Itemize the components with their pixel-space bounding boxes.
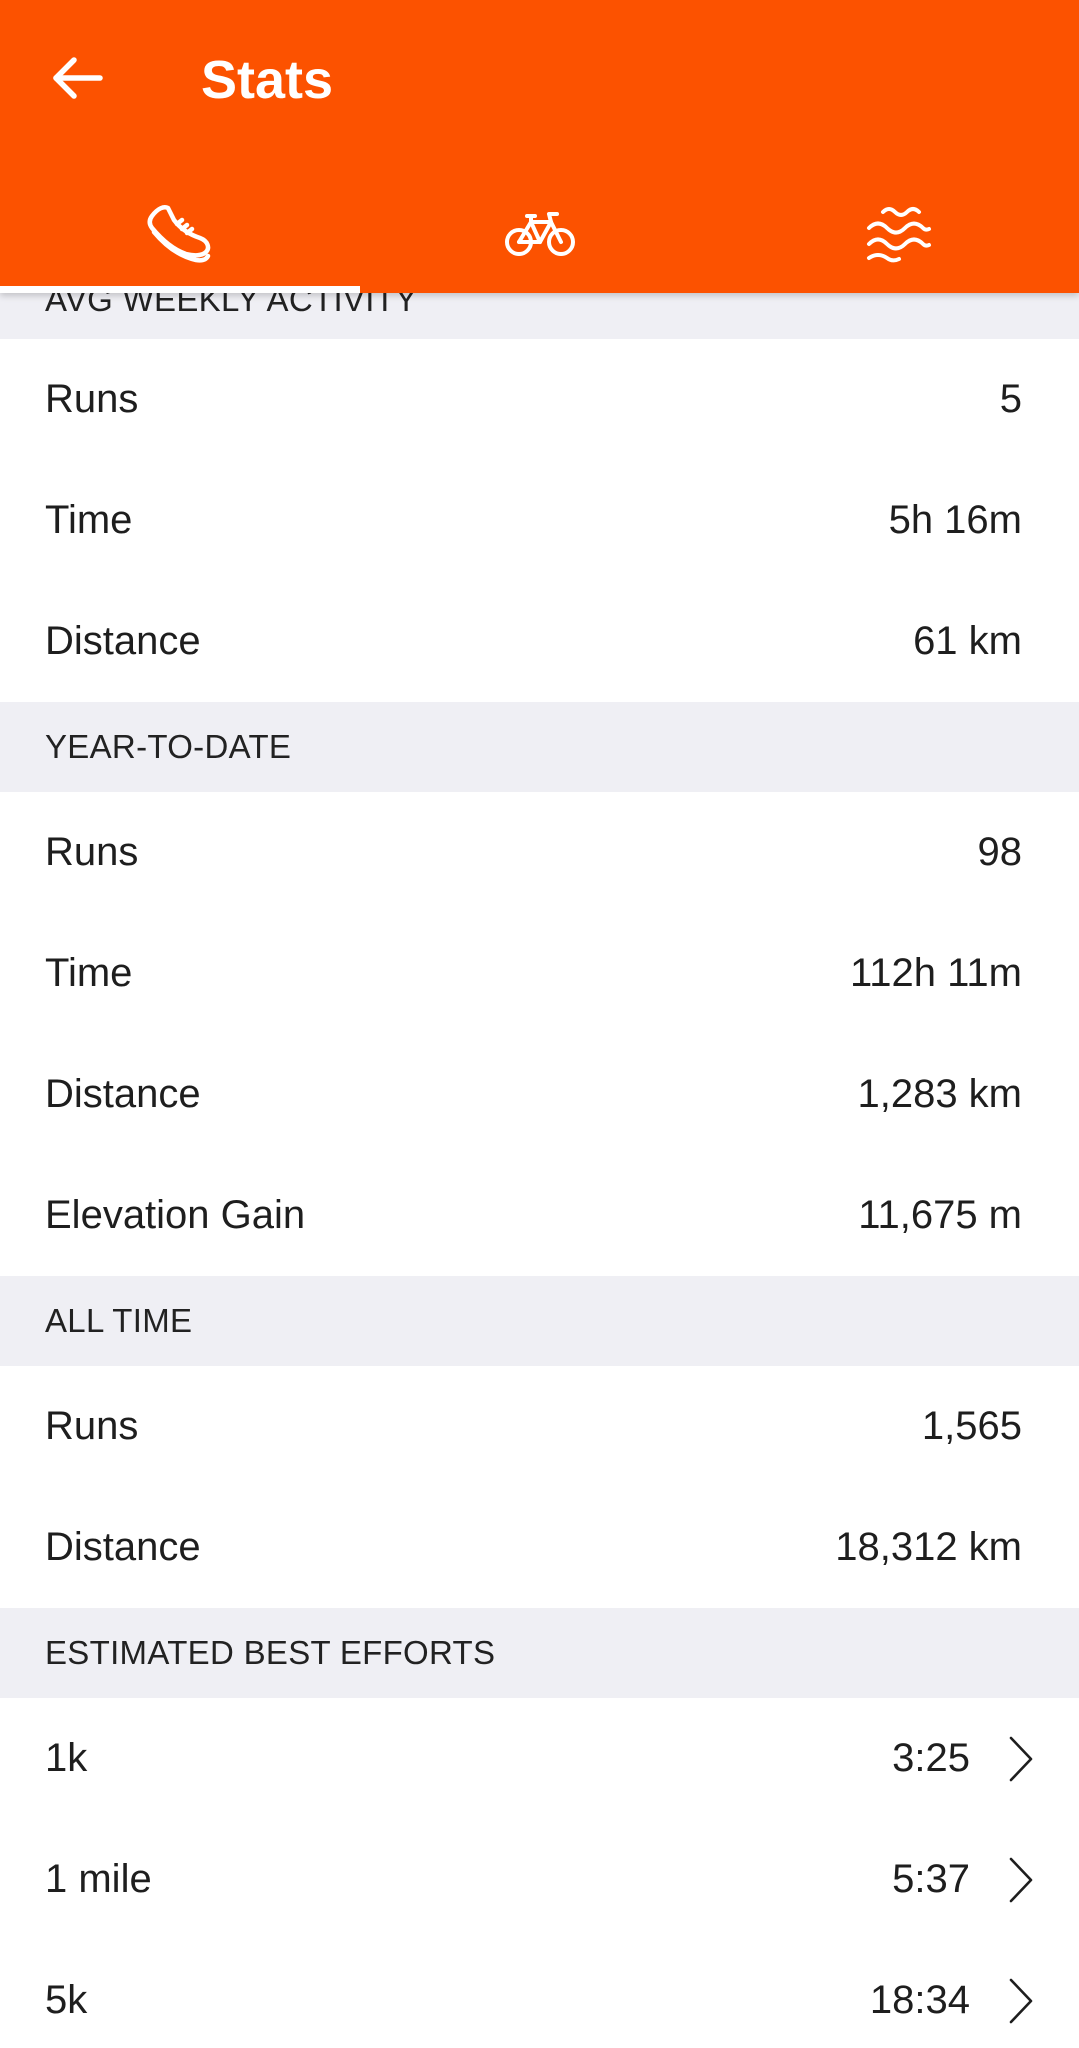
sport-tabs bbox=[0, 175, 1079, 293]
effort-value: 18:34 bbox=[869, 1978, 970, 2022]
stat-label: Time bbox=[45, 951, 133, 995]
best-effort-row-5k[interactable]: 5k 18:34 bbox=[0, 1940, 1079, 2048]
chevron-right-icon bbox=[1009, 1978, 1033, 2023]
tab-run[interactable] bbox=[0, 175, 360, 293]
stat-value: 98 bbox=[977, 830, 1023, 874]
stat-label: Elevation Gain bbox=[45, 1193, 306, 1237]
effort-label: 5k bbox=[45, 1978, 88, 2022]
stat-label: Distance bbox=[45, 1072, 201, 1116]
stat-label: Time bbox=[45, 498, 133, 542]
arrow-left-icon bbox=[53, 57, 103, 99]
stat-label: Distance bbox=[45, 1525, 201, 1569]
chevron-right-icon bbox=[1009, 1736, 1033, 1781]
section-header-ytd: YEAR-TO-DATE bbox=[0, 702, 1079, 792]
stat-value: 112h 11m bbox=[850, 951, 1022, 995]
effort-label: 1 mile bbox=[45, 1857, 152, 1901]
app-bar: Stats bbox=[0, 0, 1079, 293]
selected-tab-indicator bbox=[0, 286, 360, 293]
best-effort-row-1k[interactable]: 1k 3:25 bbox=[0, 1698, 1079, 1819]
stat-row-avg-distance: Distance 61 km bbox=[0, 581, 1079, 702]
section-header-best-efforts: ESTIMATED BEST EFFORTS bbox=[0, 1608, 1079, 1698]
bicycle-icon bbox=[504, 212, 575, 256]
stat-row-ytd-elevation: Elevation Gain 11,675 m bbox=[0, 1155, 1079, 1276]
section-header-all-time: ALL TIME bbox=[0, 1276, 1079, 1366]
page-title: Stats bbox=[201, 50, 334, 110]
stat-value: 1,565 bbox=[921, 1404, 1022, 1448]
section-title: ESTIMATED BEST EFFORTS bbox=[45, 1634, 496, 1671]
section-title: ALL TIME bbox=[45, 1302, 193, 1339]
stat-value: 11,675 m bbox=[858, 1193, 1022, 1237]
stat-row-ytd-time: Time 112h 11m bbox=[0, 913, 1079, 1034]
stat-row-ytd-distance: Distance 1,283 km bbox=[0, 1034, 1079, 1155]
stat-value: 5h 16m bbox=[888, 498, 1022, 542]
stat-row-all-runs: Runs 1,565 bbox=[0, 1366, 1079, 1487]
stat-value: 1,283 km bbox=[857, 1072, 1022, 1116]
effort-label: 1k bbox=[45, 1736, 88, 1780]
stat-value: 18,312 km bbox=[835, 1525, 1022, 1569]
stat-value: 5 bbox=[999, 377, 1022, 421]
chevron-right-icon bbox=[1009, 1857, 1033, 1902]
effort-value: 3:25 bbox=[892, 1736, 970, 1780]
tab-ride[interactable] bbox=[360, 175, 720, 293]
stat-label: Runs bbox=[45, 377, 139, 421]
stat-value: 61 km bbox=[913, 619, 1022, 663]
stat-label: Runs bbox=[45, 830, 139, 874]
running-shoe-icon bbox=[147, 205, 211, 263]
best-effort-row-1-mile[interactable]: 1 mile 5:37 bbox=[0, 1819, 1079, 1940]
stat-row-ytd-runs: Runs 98 bbox=[0, 792, 1079, 913]
stat-row-avg-runs: Runs 5 bbox=[0, 339, 1079, 460]
tab-swim[interactable] bbox=[719, 175, 1079, 293]
waves-icon bbox=[867, 207, 932, 263]
section-title: YEAR-TO-DATE bbox=[45, 728, 292, 765]
back-button[interactable] bbox=[40, 40, 116, 116]
stat-label: Runs bbox=[45, 1404, 139, 1448]
stat-row-all-distance: Distance 18,312 km bbox=[0, 1487, 1079, 1608]
stat-label: Distance bbox=[45, 619, 201, 663]
stat-row-avg-time: Time 5h 16m bbox=[0, 460, 1079, 581]
effort-value: 5:37 bbox=[892, 1857, 970, 1901]
